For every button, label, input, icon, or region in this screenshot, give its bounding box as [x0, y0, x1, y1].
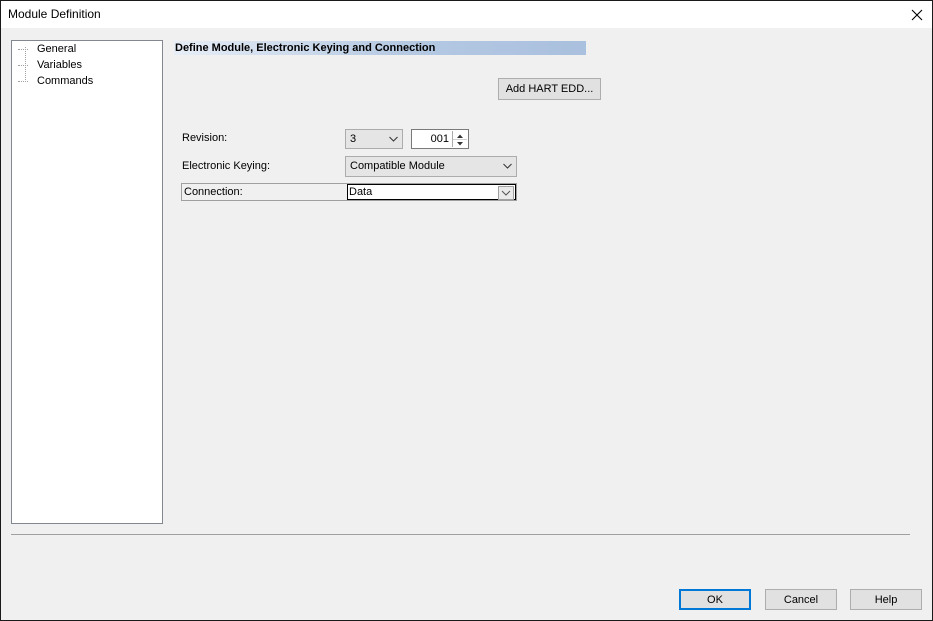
dropdown-button[interactable]	[498, 186, 514, 200]
module-definition-window: Module Definition General Variables Comm…	[0, 0, 933, 621]
tree-connector-line	[25, 47, 26, 80]
spin-down-button[interactable]	[453, 139, 467, 147]
electronic-keying-select[interactable]: Compatible Module	[345, 156, 517, 177]
tree-item-label: Variables	[37, 59, 83, 71]
chevron-down-icon	[389, 136, 398, 142]
electronic-keying-value: Compatible Module	[350, 160, 445, 172]
window-title: Module Definition	[8, 7, 101, 21]
title-bar: Module Definition	[1, 1, 932, 28]
revision-minor-spinner[interactable]: 001	[411, 129, 469, 149]
help-button[interactable]: Help	[850, 589, 922, 610]
section-title: Define Module, Electronic Keying and Con…	[175, 42, 436, 54]
chevron-down-icon	[503, 163, 512, 169]
connection-select[interactable]: Data	[347, 184, 516, 200]
footer-separator	[11, 534, 910, 535]
chevron-down-icon	[501, 190, 511, 196]
add-hart-edd-button[interactable]: Add HART EDD...	[498, 78, 601, 100]
connection-row: Connection: Data	[181, 183, 517, 201]
electronic-keying-label: Electronic Keying:	[182, 160, 271, 172]
connection-value: Data	[349, 186, 373, 198]
close-button[interactable]	[902, 1, 932, 28]
connection-label: Connection:	[184, 186, 243, 198]
revision-major-value: 3	[350, 133, 357, 145]
ok-button[interactable]: OK	[679, 589, 751, 610]
category-tree[interactable]: General Variables Commands	[11, 40, 163, 524]
section-header: Define Module, Electronic Keying and Con…	[174, 41, 586, 55]
tree-item-label: Commands	[37, 75, 94, 87]
revision-minor-value: 001	[430, 133, 449, 145]
revision-label: Revision:	[182, 132, 228, 144]
caret-down-icon	[457, 142, 463, 146]
close-icon	[911, 9, 923, 20]
revision-major-select[interactable]: 3	[345, 129, 403, 149]
tree-item-label: General	[37, 43, 77, 55]
cancel-button[interactable]: Cancel	[765, 589, 837, 610]
